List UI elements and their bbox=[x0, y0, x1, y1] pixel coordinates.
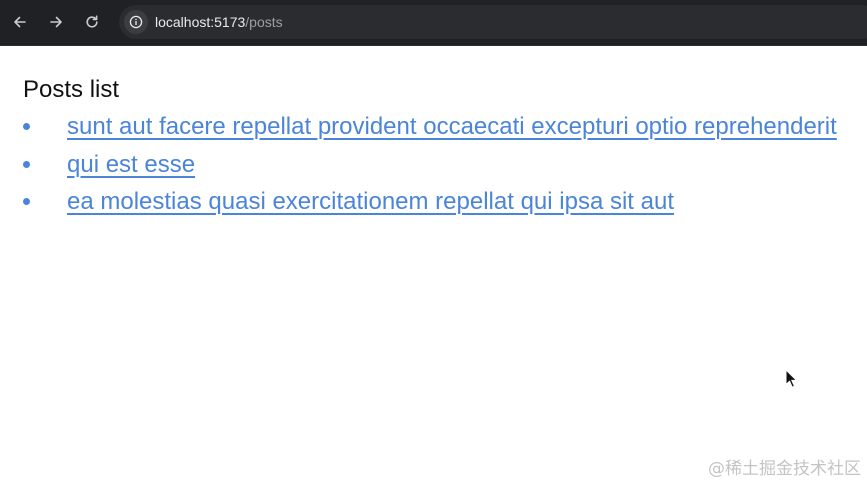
page-title: Posts list bbox=[23, 76, 120, 103]
site-info-button[interactable] bbox=[124, 10, 148, 34]
address-bar[interactable]: localhost:5173/posts bbox=[119, 5, 867, 39]
info-icon bbox=[129, 15, 143, 29]
arrow-left-icon bbox=[14, 16, 26, 28]
watermark: @稀土掘金技术社区 bbox=[708, 459, 861, 479]
arrow-right-icon bbox=[50, 16, 62, 28]
browser-toolbar: localhost:5173/posts bbox=[0, 0, 867, 46]
post-link[interactable]: qui est esse bbox=[55, 151, 195, 178]
reload-icon bbox=[86, 15, 98, 28]
post-link[interactable]: sunt aut facere repellat provident occae… bbox=[55, 113, 837, 140]
back-button[interactable] bbox=[8, 10, 32, 34]
forward-button[interactable] bbox=[44, 10, 68, 34]
list-item: ea molestias quasi exercitationem repell… bbox=[23, 183, 843, 221]
url-host: localhost:5173 bbox=[155, 14, 246, 30]
list-item: qui est esse bbox=[23, 146, 843, 184]
list-item: sunt aut facere repellat provident occae… bbox=[23, 108, 843, 146]
page-content: Posts list sunt aut facere repellat prov… bbox=[23, 72, 843, 221]
posts-list: sunt aut facere repellat provident occae… bbox=[23, 108, 843, 221]
post-link[interactable]: ea molestias quasi exercitationem repell… bbox=[55, 188, 674, 215]
url-path: /posts bbox=[245, 14, 283, 30]
reload-button[interactable] bbox=[80, 10, 104, 34]
mouse-pointer-icon bbox=[785, 369, 798, 388]
url-text[interactable]: localhost:5173/posts bbox=[155, 13, 283, 31]
